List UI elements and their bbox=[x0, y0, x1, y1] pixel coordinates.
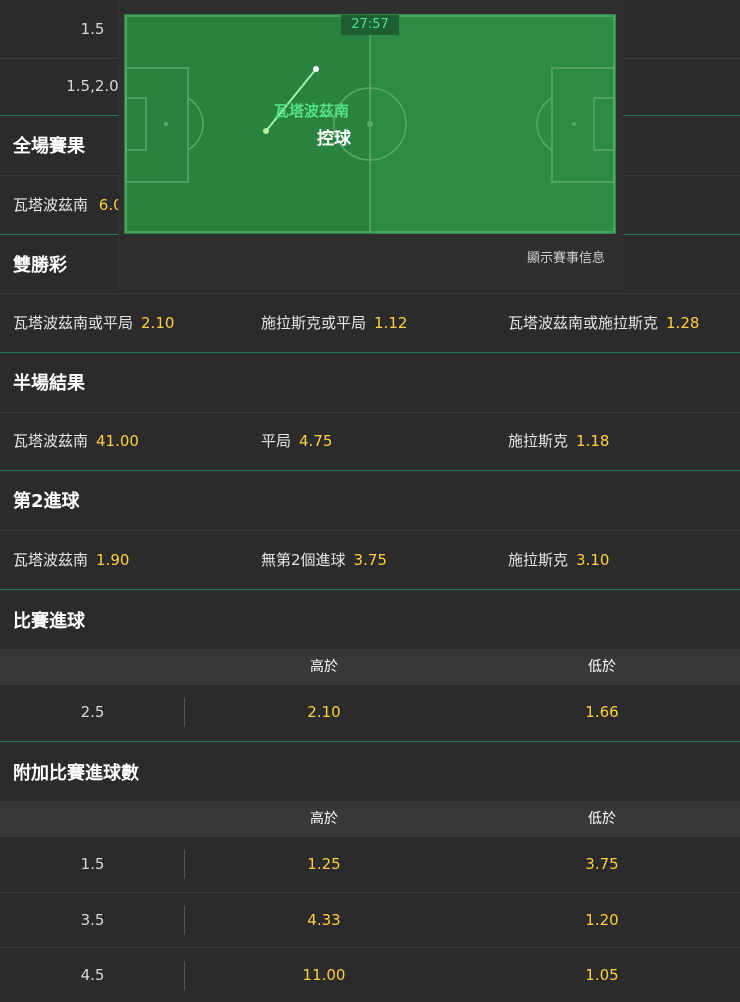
section-header-extra-goals[interactable]: 附加比賽進球數 bbox=[0, 741, 740, 801]
show-match-info-link[interactable]: 顯示賽事信息 bbox=[527, 247, 605, 266]
market-row: 瓦塔波茲南或平局 2.10 施拉斯克或平局 1.12 瓦塔波茲南或施拉斯克 1.28 bbox=[0, 293, 740, 351]
table-row: 3.5 4.33 1.20 bbox=[0, 892, 740, 947]
selection-label: 瓦塔波茲南或施拉斯克 bbox=[508, 314, 659, 332]
table-row: 2.5 2.10 1.66 bbox=[0, 685, 740, 741]
match-clock: 27:57 bbox=[341, 15, 399, 35]
section-title: 第2進球 bbox=[13, 490, 80, 512]
over-header: 高於 bbox=[310, 811, 338, 827]
selection-label: 施拉斯克或平局 bbox=[261, 314, 367, 332]
selection-label: 瓦塔波茲南 bbox=[13, 196, 89, 214]
divider bbox=[184, 850, 185, 879]
under-header: 低於 bbox=[588, 811, 616, 827]
column-header: 高於 低於 bbox=[0, 801, 740, 837]
pitch: 27:57 瓦塔波茲南 控球 bbox=[124, 14, 616, 234]
divider bbox=[184, 698, 185, 727]
selection-label: 平局 bbox=[261, 432, 292, 450]
selection-home[interactable]: 瓦塔波茲南 41.00 bbox=[13, 413, 139, 469]
line-value: 2.5 bbox=[80, 703, 105, 721]
under-header: 低於 bbox=[588, 659, 616, 675]
possession-status: 控球 bbox=[317, 129, 351, 149]
under-odds[interactable]: 1.05 bbox=[585, 948, 618, 1002]
selection-away[interactable]: 施拉斯克 1.18 bbox=[508, 413, 609, 469]
section-title: 半場結果 bbox=[13, 372, 85, 394]
possession-team: 瓦塔波茲南 bbox=[274, 102, 350, 120]
under-odds[interactable]: 1.20 bbox=[585, 893, 618, 947]
pitch-graphic bbox=[124, 14, 616, 234]
under-odds[interactable]: 3.75 bbox=[585, 837, 618, 891]
section-title: 附加比賽進球數 bbox=[13, 762, 139, 784]
over-header: 高於 bbox=[310, 659, 338, 675]
divider bbox=[184, 961, 185, 990]
selection-draw[interactable]: 平局 4.75 bbox=[261, 413, 332, 469]
selection-away-or-draw[interactable]: 施拉斯克或平局 1.12 bbox=[261, 294, 407, 352]
selection-away[interactable]: 施拉斯克 3.10 bbox=[508, 531, 609, 589]
column-header: 高於 低於 bbox=[0, 649, 740, 685]
table-row: 1.5 1.25 3.75 bbox=[0, 837, 740, 892]
section-title: 全場賽果 bbox=[13, 135, 85, 157]
market-row: 瓦塔波茲南 1.90 無第2個進球 3.75 施拉斯克 3.10 bbox=[0, 530, 740, 588]
market-row: 瓦塔波茲南 41.00 平局 4.75 施拉斯克 1.18 bbox=[0, 412, 740, 468]
under-odds[interactable]: 1.66 bbox=[585, 685, 618, 739]
over-odds[interactable]: 1.25 bbox=[307, 837, 340, 891]
section-header-match-goals[interactable]: 比賽進球 bbox=[0, 589, 740, 649]
selection-label: 無第2個進球 bbox=[261, 551, 346, 569]
selection-odds: 41.00 bbox=[96, 432, 139, 450]
line-value: 1.5 bbox=[80, 855, 105, 873]
selection-odds: 2.10 bbox=[141, 314, 175, 332]
line-value: 3.5 bbox=[80, 911, 105, 929]
selection-home-or-draw[interactable]: 瓦塔波茲南或平局 2.10 bbox=[13, 294, 174, 352]
selection-label: 瓦塔波茲南 bbox=[13, 551, 89, 569]
selection-odds: 1.12 bbox=[374, 314, 408, 332]
selection-home-or-away[interactable]: 瓦塔波茲南或施拉斯克 1.28 bbox=[508, 294, 699, 352]
section-title: 比賽進球 bbox=[13, 610, 85, 632]
selection-odds: 3.75 bbox=[353, 551, 387, 569]
over-odds[interactable]: 2.10 bbox=[307, 685, 340, 739]
selection-home[interactable]: 瓦塔波茲南 6.0 bbox=[13, 176, 123, 234]
selection-no-goal[interactable]: 無第2個進球 3.75 bbox=[261, 531, 387, 589]
selection-label: 施拉斯克 bbox=[508, 551, 569, 569]
selection-odds: 3.10 bbox=[576, 551, 610, 569]
section-title: 雙勝彩 bbox=[13, 254, 67, 276]
selection-odds: 4.75 bbox=[299, 432, 333, 450]
section-header-half-time[interactable]: 半場結果 bbox=[0, 352, 740, 410]
selection-home[interactable]: 瓦塔波茲南 1.90 bbox=[13, 531, 129, 589]
section-header-second-goal[interactable]: 第2進球 bbox=[0, 470, 740, 528]
selection-label: 施拉斯克 bbox=[508, 432, 569, 450]
over-odds[interactable]: 4.33 bbox=[307, 893, 340, 947]
selection-label: 瓦塔波茲南或平局 bbox=[13, 314, 134, 332]
live-tracker-panel[interactable]: 27:57 瓦塔波茲南 控球 顯示賽事信息 bbox=[118, 0, 623, 290]
divider bbox=[184, 906, 185, 935]
over-odds[interactable]: 11.00 bbox=[303, 948, 346, 1002]
selection-odds: 1.90 bbox=[96, 551, 130, 569]
selection-label: 瓦塔波茲南 bbox=[13, 432, 89, 450]
selection-odds: 1.18 bbox=[576, 432, 610, 450]
table-row: 4.5 11.00 1.05 bbox=[0, 947, 740, 1000]
line-value: 4.5 bbox=[80, 966, 105, 984]
selection-odds: 1.28 bbox=[666, 314, 700, 332]
